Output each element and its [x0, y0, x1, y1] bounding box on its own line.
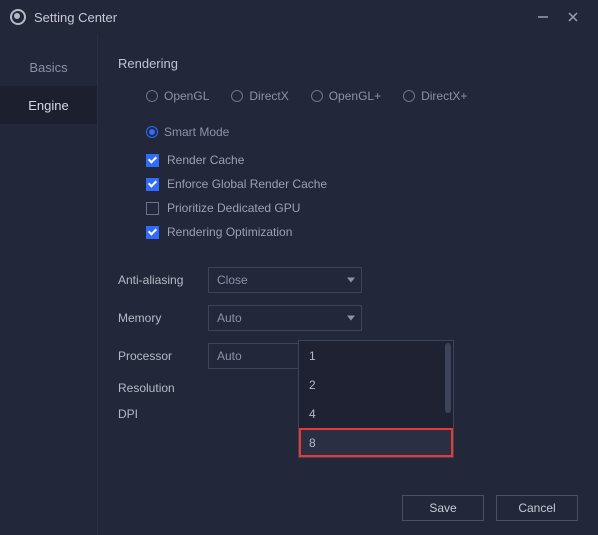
processor-label: Processor — [118, 349, 208, 363]
rendering-checks: Render Cache Enforce Global Render Cache… — [146, 153, 572, 249]
checkbox-icon — [146, 226, 159, 239]
checkbox-icon — [146, 178, 159, 191]
checkbox-icon — [146, 154, 159, 167]
dpi-label: DPI — [118, 407, 208, 421]
rendering-mode-radios: OpenGL DirectX OpenGL+ DirectX+ Smart Mo… — [146, 89, 572, 139]
sidebar-item-engine[interactable]: Engine — [0, 86, 97, 124]
checkbox-icon — [146, 202, 159, 215]
cancel-button[interactable]: Cancel — [496, 495, 578, 521]
radio-smartmode[interactable]: Smart Mode — [146, 125, 229, 139]
section-title: Rendering — [118, 56, 572, 71]
footer: Save Cancel — [402, 495, 578, 521]
app-logo-icon — [10, 9, 26, 25]
sidebar-item-basics[interactable]: Basics — [0, 48, 97, 86]
memory-select[interactable]: Auto — [208, 305, 362, 331]
save-button[interactable]: Save — [402, 495, 484, 521]
dropdown-option[interactable]: 4 — [299, 399, 453, 428]
dropdown-option[interactable]: 2 — [299, 370, 453, 399]
close-button[interactable] — [558, 7, 588, 27]
chevron-down-icon — [347, 278, 355, 283]
sidebar: Basics Engine — [0, 34, 98, 535]
check-rendering-optimization[interactable]: Rendering Optimization — [146, 225, 572, 239]
radio-label: DirectX — [249, 89, 288, 103]
radio-label: Smart Mode — [164, 125, 229, 139]
radio-label: OpenGL — [164, 89, 209, 103]
radio-label: OpenGL+ — [329, 89, 381, 103]
check-label: Enforce Global Render Cache — [167, 177, 327, 191]
body: Basics Engine Rendering OpenGL DirectX O… — [0, 34, 598, 535]
radio-directx[interactable]: DirectX — [231, 89, 288, 103]
processor-dropdown: 1 2 4 8 — [298, 340, 454, 458]
check-label: Render Cache — [167, 153, 244, 167]
radio-label: DirectX+ — [421, 89, 467, 103]
titlebar: Setting Center — [0, 0, 598, 34]
radio-dot-icon — [146, 126, 158, 138]
window-title: Setting Center — [34, 10, 117, 25]
antialias-label: Anti-aliasing — [118, 273, 208, 287]
select-value: Auto — [217, 349, 242, 363]
radio-openglplus[interactable]: OpenGL+ — [311, 89, 381, 103]
row-memory: Memory Auto — [118, 305, 572, 331]
radio-dot-icon — [403, 90, 415, 102]
dropdown-option-highlighted[interactable]: 8 — [299, 428, 453, 457]
dropdown-option[interactable]: 1 — [299, 341, 453, 370]
row-antialias: Anti-aliasing Close — [118, 267, 572, 293]
chevron-down-icon — [347, 316, 355, 321]
radio-dot-icon — [146, 90, 158, 102]
check-render-cache[interactable]: Render Cache — [146, 153, 572, 167]
memory-label: Memory — [118, 311, 208, 325]
antialias-select[interactable]: Close — [208, 267, 362, 293]
scrollbar[interactable] — [445, 343, 451, 413]
radio-opengl[interactable]: OpenGL — [146, 89, 209, 103]
check-enforce-global-render-cache[interactable]: Enforce Global Render Cache — [146, 177, 572, 191]
resolution-label: Resolution — [118, 381, 208, 395]
radio-dot-icon — [231, 90, 243, 102]
select-value: Close — [217, 273, 248, 287]
minimize-button[interactable] — [528, 7, 558, 27]
check-label: Rendering Optimization — [167, 225, 292, 239]
check-label: Prioritize Dedicated GPU — [167, 201, 300, 215]
window: Setting Center Basics Engine Rendering O… — [0, 0, 598, 535]
radio-directxplus[interactable]: DirectX+ — [403, 89, 467, 103]
main-panel: Rendering OpenGL DirectX OpenGL+ DirectX… — [98, 34, 598, 535]
radio-dot-icon — [311, 90, 323, 102]
check-prioritize-dedicated-gpu[interactable]: Prioritize Dedicated GPU — [146, 201, 572, 215]
select-value: Auto — [217, 311, 242, 325]
